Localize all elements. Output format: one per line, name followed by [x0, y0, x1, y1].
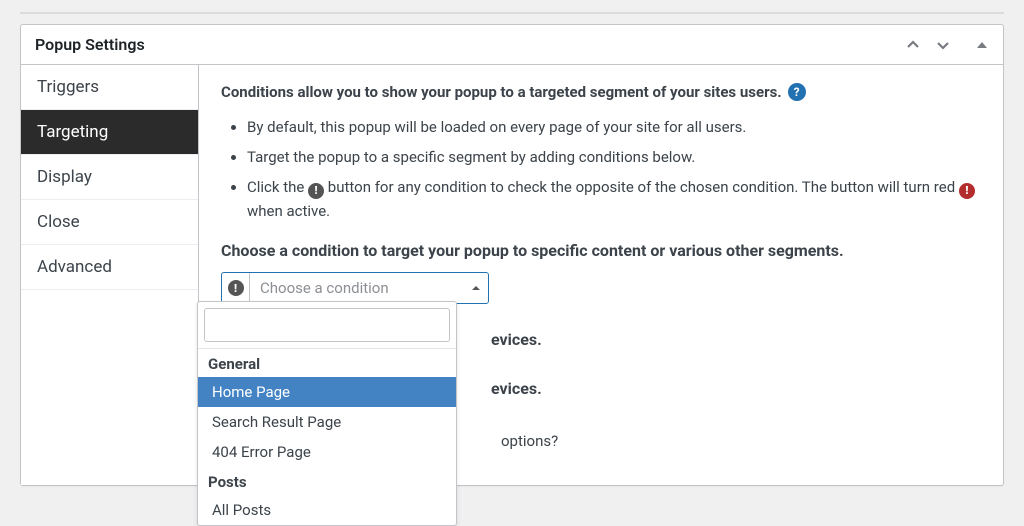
collapse-icon[interactable] — [975, 38, 989, 52]
intro-line: Conditions allow you to show your popup … — [221, 83, 981, 101]
panel-title: Popup Settings — [35, 35, 145, 54]
tab-triggers[interactable]: Triggers — [21, 65, 198, 110]
panel-body: Triggers Targeting Display Close Advance… — [21, 65, 1003, 485]
settings-tabs: Triggers Targeting Display Close Advance… — [21, 65, 199, 485]
tab-display[interactable]: Display — [21, 155, 198, 200]
bullet-item: Target the popup to a specific segment b… — [247, 145, 981, 169]
dropdown-search-wrap — [198, 302, 456, 349]
move-down-icon[interactable] — [935, 37, 951, 53]
condition-select[interactable]: ! Choose a condition — [221, 272, 489, 304]
bullet-item: Click the ! button for any condition to … — [247, 175, 981, 223]
help-icon[interactable]: ? — [788, 83, 806, 101]
intro-bullets: By default, this popup will be loaded on… — [221, 115, 981, 223]
dropdown-search-input[interactable] — [204, 308, 450, 342]
move-up-icon[interactable] — [905, 37, 921, 53]
condition-placeholder: Choose a condition — [250, 273, 464, 303]
negate-icon: ! — [308, 183, 324, 199]
dropdown-option-home-page[interactable]: Home Page — [198, 377, 456, 407]
condition-heading: Choose a condition to target your popup … — [221, 241, 981, 260]
tab-advanced[interactable]: Advanced — [21, 245, 198, 290]
tab-targeting[interactable]: Targeting — [21, 110, 198, 155]
negate-icon: ! — [228, 280, 244, 296]
dropdown-group-label: Posts — [198, 467, 456, 495]
negate-button[interactable]: ! — [222, 273, 250, 303]
condition-dropdown: General Home Page Search Result Page 404… — [197, 301, 457, 526]
dropdown-option-all-posts[interactable]: All Posts — [198, 495, 456, 525]
panel-header-controls — [905, 37, 989, 53]
negate-active-icon: ! — [959, 183, 975, 199]
chevron-up-icon — [464, 273, 488, 303]
tab-close[interactable]: Close — [21, 200, 198, 245]
dropdown-group-label: General — [198, 349, 456, 377]
bullet-item: By default, this popup will be loaded on… — [247, 115, 981, 139]
dropdown-option-search-result[interactable]: Search Result Page — [198, 407, 456, 437]
intro-text: Conditions allow you to show your popup … — [221, 83, 782, 101]
dropdown-option-404[interactable]: 404 Error Page — [198, 437, 456, 467]
panel-header: Popup Settings — [21, 25, 1003, 65]
popup-settings-panel: Popup Settings Triggers Targeting Displa… — [20, 24, 1004, 486]
